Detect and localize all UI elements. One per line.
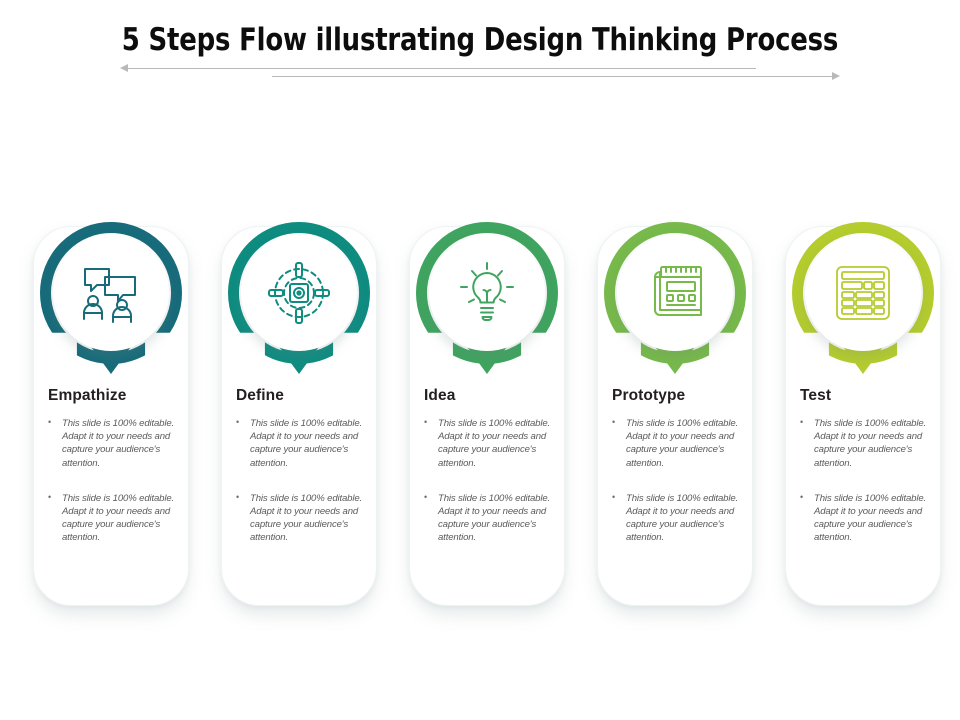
left-arrow-head-icon [120, 64, 128, 72]
step-bullet-list: This slide is 100% editable. Adapt it to… [232, 416, 374, 545]
list-item: This slide is 100% editable. Adapt it to… [420, 416, 562, 470]
step-card-test[interactable]: Test This slide is 100% editable. Adapt … [785, 226, 941, 606]
step-card-empathize[interactable]: Empathize This slide is 100% editable. A… [33, 226, 189, 606]
list-item: This slide is 100% editable. Adapt it to… [608, 416, 750, 470]
slide-canvas: 5 Steps Flow illustrating Design Thinkin… [0, 0, 960, 720]
list-item: This slide is 100% editable. Adapt it to… [44, 491, 186, 545]
list-item: This slide is 100% editable. Adapt it to… [44, 416, 186, 470]
step-bullet-list: This slide is 100% editable. Adapt it to… [44, 416, 186, 545]
step-bullet-list: This slide is 100% editable. Adapt it to… [608, 416, 750, 545]
list-item: This slide is 100% editable. Adapt it to… [420, 491, 562, 545]
step-card-idea[interactable]: Idea This slide is 100% editable. Adapt … [409, 226, 565, 606]
list-item: This slide is 100% editable. Adapt it to… [796, 491, 938, 545]
list-item: This slide is 100% editable. Adapt it to… [796, 416, 938, 470]
step-heading: Test [800, 387, 832, 404]
list-item: This slide is 100% editable. Adapt it to… [608, 491, 750, 545]
step-bullet-list: This slide is 100% editable. Adapt it to… [796, 416, 938, 545]
step-heading: Empathize [48, 387, 127, 404]
left-arrow-line [128, 68, 756, 69]
page-title: 5 Steps Flow illustrating Design Thinkin… [121, 22, 839, 58]
right-arrow-line [272, 76, 834, 77]
step-heading: Idea [424, 387, 456, 404]
step-bullet-list: This slide is 100% editable. Adapt it to… [420, 416, 562, 545]
list-item: This slide is 100% editable. Adapt it to… [232, 416, 374, 470]
step-card-prototype[interactable]: Prototype This slide is 100% editable. A… [597, 226, 753, 606]
step-card-define[interactable]: Define This slide is 100% editable. Adap… [221, 226, 377, 606]
step-heading: Define [236, 387, 284, 404]
list-item: This slide is 100% editable. Adapt it to… [232, 491, 374, 545]
step-heading: Prototype [612, 387, 686, 404]
